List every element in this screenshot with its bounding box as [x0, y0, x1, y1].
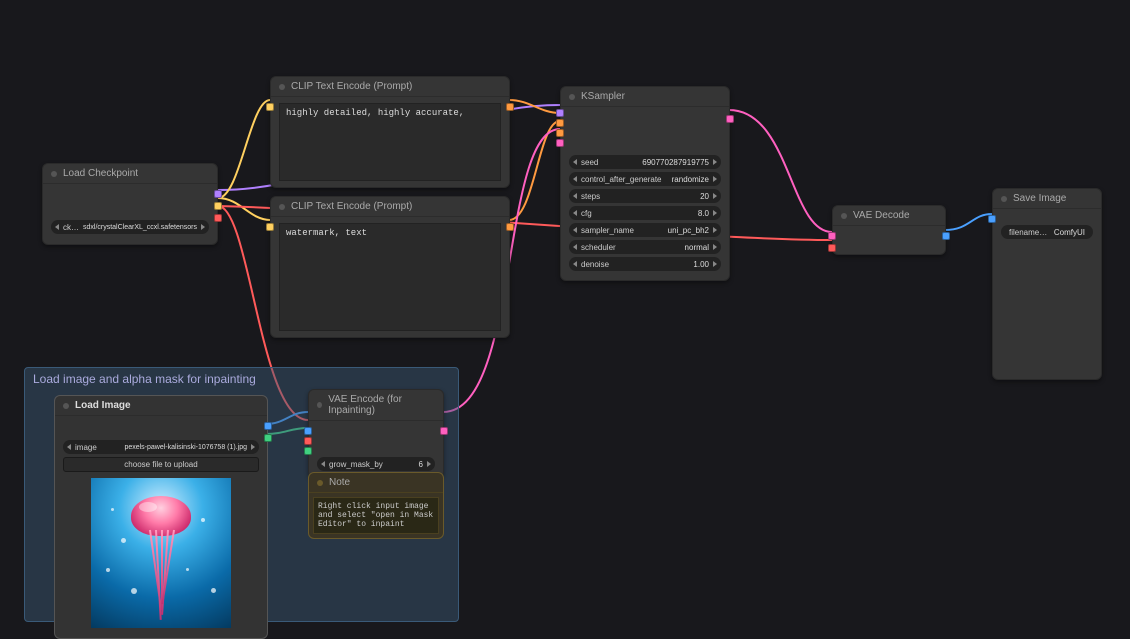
port-images-in[interactable]	[988, 215, 996, 223]
prompt-textarea[interactable]	[279, 103, 501, 181]
port-negative-in[interactable]	[556, 129, 564, 137]
filename-prefix-field[interactable]: filename_prefixComfyUI	[1001, 225, 1093, 239]
port-vae-in[interactable]	[304, 437, 312, 445]
node-title-label: Note	[329, 477, 350, 488]
collapse-icon[interactable]	[51, 171, 57, 177]
node-title-label: Save Image	[1013, 193, 1066, 204]
port-pixels-in[interactable]	[304, 427, 312, 435]
steps-field[interactable]: steps20	[569, 189, 721, 203]
port-samples-in[interactable]	[828, 232, 836, 240]
collapse-icon[interactable]	[569, 94, 575, 100]
collapse-icon[interactable]	[63, 403, 69, 409]
control-after-generate-field[interactable]: control_after_generaterandomize	[569, 172, 721, 186]
grow-mask-by-field[interactable]: grow_mask_by6	[317, 457, 435, 471]
note-body: Right click input image and select "open…	[313, 497, 439, 534]
node-title-label: Load Image	[75, 400, 131, 411]
port-latent-out[interactable]	[726, 115, 734, 123]
port-model-in[interactable]	[556, 109, 564, 117]
collapse-icon[interactable]	[279, 204, 285, 210]
group-title: Load image and alpha mask for inpainting	[25, 368, 458, 390]
node-vae-decode[interactable]: VAE Decode	[832, 205, 946, 255]
collapse-icon[interactable]	[279, 84, 285, 90]
node-ksampler[interactable]: KSampler seed690770287919775 control_aft…	[560, 86, 730, 281]
scheduler-field[interactable]: schedulernormal	[569, 240, 721, 254]
port-model-out[interactable]	[214, 190, 222, 198]
port-positive-in[interactable]	[556, 119, 564, 127]
node-title-label: VAE Encode (for Inpainting)	[328, 394, 435, 416]
node-load-checkpoint[interactable]: Load Checkpoint ckpt_name sdxl/crystalCl…	[42, 163, 218, 245]
node-note[interactable]: Note Right click input image and select …	[308, 472, 444, 539]
denoise-field[interactable]: denoise1.00	[569, 257, 721, 271]
node-title-label: VAE Decode	[853, 210, 910, 221]
port-conditioning-out[interactable]	[506, 103, 514, 111]
port-vae-in[interactable]	[828, 244, 836, 252]
choose-file-button[interactable]: choose file to upload	[63, 457, 259, 472]
port-mask-in[interactable]	[304, 447, 312, 455]
collapse-icon[interactable]	[317, 480, 323, 486]
image-file-field[interactable]: imagepexels-pawel-kalisinski-1076758 (1)…	[63, 440, 259, 454]
node-title-label: KSampler	[581, 91, 625, 102]
node-load-image[interactable]: Load Image imagepexels-pawel-kalisinski-…	[54, 395, 268, 639]
port-conditioning-out[interactable]	[506, 223, 514, 231]
cfg-field[interactable]: cfg8.0	[569, 206, 721, 220]
sampler-name-field[interactable]: sampler_nameuni_pc_bh2	[569, 223, 721, 237]
ckpt-name-field[interactable]: ckpt_name sdxl/crystalClearXL_ccxl.safet…	[51, 220, 209, 234]
port-image-out[interactable]	[942, 232, 950, 240]
node-title-label: Load Checkpoint	[63, 168, 138, 179]
port-clip-in[interactable]	[266, 223, 274, 231]
seed-field[interactable]: seed690770287919775	[569, 155, 721, 169]
port-clip-out[interactable]	[214, 202, 222, 210]
node-save-image[interactable]: Save Image filename_prefixComfyUI	[992, 188, 1102, 380]
node-title-label: CLIP Text Encode (Prompt)	[291, 81, 412, 92]
node-vae-encode-inpaint[interactable]: VAE Encode (for Inpainting) grow_mask_by…	[308, 389, 444, 478]
collapse-icon[interactable]	[317, 402, 322, 408]
port-mask-out[interactable]	[264, 434, 272, 442]
node-title-label: CLIP Text Encode (Prompt)	[291, 201, 412, 212]
port-vae-out[interactable]	[214, 214, 222, 222]
collapse-icon[interactable]	[841, 213, 847, 219]
port-latent-out[interactable]	[440, 427, 448, 435]
image-preview[interactable]	[91, 478, 231, 628]
port-clip-in[interactable]	[266, 103, 274, 111]
prompt-textarea[interactable]	[279, 223, 501, 331]
node-clip-encode-positive[interactable]: CLIP Text Encode (Prompt)	[270, 76, 510, 188]
port-image-out[interactable]	[264, 422, 272, 430]
collapse-icon[interactable]	[1001, 196, 1007, 202]
port-latent-in[interactable]	[556, 139, 564, 147]
node-clip-encode-negative[interactable]: CLIP Text Encode (Prompt)	[270, 196, 510, 338]
